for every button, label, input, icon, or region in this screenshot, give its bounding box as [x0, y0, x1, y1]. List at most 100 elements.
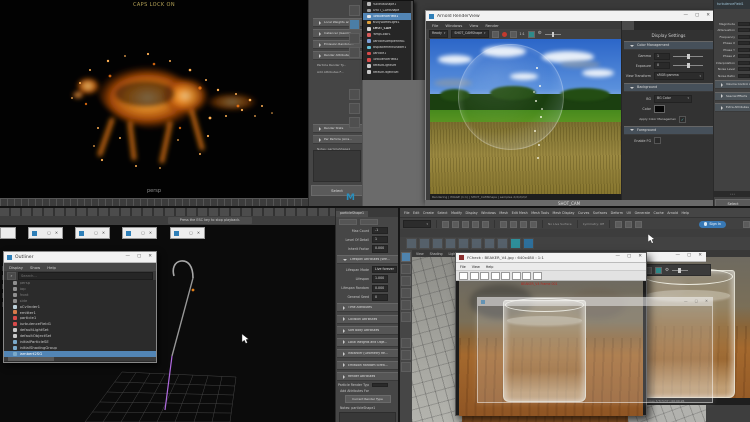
collapsed-window-bar[interactable]	[0, 227, 16, 239]
close-icon[interactable]: ✕	[197, 231, 200, 235]
bg-dropdown[interactable]: BG Color▾	[654, 95, 692, 103]
attribute-section-header[interactable]: Volume Control Attr...	[715, 80, 750, 89]
outliner-titlebar[interactable]: Outliner — ▢ ✕	[4, 252, 156, 263]
collapsed-window-bar[interactable]: ▢✕	[28, 227, 63, 239]
maximize-icon[interactable]: ▢	[94, 231, 98, 235]
gear-icon[interactable]: ⚙	[665, 268, 669, 273]
shelf-tool-icon[interactable]	[419, 238, 430, 249]
fcheck-toolbar-button[interactable]	[459, 272, 468, 280]
filter-icon[interactable]: ⌕	[7, 272, 16, 280]
menu-item[interactable]: Edit	[413, 211, 419, 215]
apply-cm-checkbox[interactable]: ✓	[679, 116, 686, 123]
shelf-tool-icon[interactable]	[471, 238, 482, 249]
shelf-tool-icon[interactable]	[432, 238, 443, 249]
maximize-icon[interactable]: ▢	[695, 14, 699, 19]
attribute-value[interactable]: 1.000	[372, 275, 388, 282]
record-icon[interactable]	[502, 32, 507, 37]
fcheck-toolbar-button[interactable]	[501, 272, 510, 280]
minimize-icon[interactable]: —	[615, 255, 620, 260]
collapsed-window-bar[interactable]: ▢✕	[75, 227, 110, 239]
menu-item[interactable]: Generate	[635, 211, 650, 215]
collapsed-window-bar[interactable]: ▢✕	[170, 227, 205, 239]
minimize-icon[interactable]: —	[675, 254, 680, 259]
fcheck-titlebar[interactable]: FCheck : BEAKER_V4.jpg : 640x480 : 1:1 —…	[456, 253, 646, 263]
menu-item[interactable]: Surfaces	[593, 211, 607, 215]
menu-item[interactable]: Create	[423, 211, 434, 215]
lifespan-section-header[interactable]: Lifespan Attributes (see...	[337, 255, 398, 264]
close-icon[interactable]: ✕	[706, 14, 710, 19]
field-value[interactable]	[738, 41, 750, 45]
notes-box[interactable]	[339, 412, 396, 422]
menu-item[interactable]: Edit Mesh	[512, 211, 528, 215]
close-icon[interactable]: ✕	[705, 300, 708, 304]
snap-curve-icon[interactable]	[510, 221, 517, 228]
graph-icon[interactable]	[349, 33, 360, 44]
popup-scrollbar[interactable]	[411, 1, 413, 81]
menu-item[interactable]: File	[432, 23, 438, 28]
render-status-dropdown[interactable]: Ready▾	[429, 30, 448, 38]
live-surface-label[interactable]: No Live Surface	[548, 222, 572, 226]
attribute-section-header[interactable]: Instancer (Geometry Re...	[337, 349, 398, 358]
layout-four-icon[interactable]	[401, 350, 411, 360]
fcheck-toolbar-button[interactable]	[491, 272, 500, 280]
redo-icon[interactable]	[482, 221, 489, 228]
current-render-type-button[interactable]: Current Render Type	[345, 395, 391, 403]
zoom-level[interactable]: 1:1	[520, 32, 525, 36]
field-value[interactable]	[738, 35, 750, 39]
attribute-value[interactable]: 0.000	[372, 245, 388, 252]
field-value[interactable]	[738, 28, 750, 32]
paint-select-icon[interactable]	[401, 276, 411, 286]
gamma-field[interactable]: 1	[654, 53, 670, 60]
render-type-dropdown[interactable]	[372, 383, 388, 387]
field-value[interactable]	[738, 22, 750, 26]
menu-item[interactable]: Deform	[611, 211, 623, 215]
attribute-section-header[interactable]: Time Attributes	[337, 303, 398, 312]
minimize-icon[interactable]: —	[684, 300, 688, 304]
menu-item[interactable]: Mesh Tools	[531, 211, 549, 215]
exposure-slider[interactable]	[673, 65, 703, 66]
open-scene-icon[interactable]	[452, 221, 459, 228]
search-input[interactable]	[18, 272, 153, 280]
menu-item[interactable]: Display	[9, 265, 23, 270]
menu-item[interactable]: Mesh	[499, 211, 508, 215]
select-button[interactable]: Select	[311, 185, 363, 196]
ipr-render-icon[interactable]	[625, 221, 632, 228]
shelf-tool-icon[interactable]	[458, 238, 469, 249]
panel-tab[interactable]	[622, 21, 634, 30]
show-hide-icon[interactable]	[349, 5, 360, 16]
maximize-icon[interactable]: ▢	[137, 255, 141, 260]
lasso-tool-icon[interactable]	[401, 264, 411, 274]
menu-item[interactable]: Curves	[578, 211, 589, 215]
fcheck-toolbar-button[interactable]	[522, 272, 531, 280]
menu-item[interactable]: File	[460, 265, 466, 269]
attribute-section-header[interactable]: Special Effects	[715, 92, 750, 101]
perspective-viewport[interactable]: CAPS LOCK ON persp	[0, 0, 308, 198]
gear-icon[interactable]: ⚙	[538, 32, 542, 37]
menu-item[interactable]: UV	[626, 211, 631, 215]
menu-item[interactable]: Help	[486, 265, 494, 269]
save-scene-icon[interactable]	[462, 221, 469, 228]
attribute-section-header[interactable]: Collision Attributes	[337, 315, 398, 324]
bg-color-swatch[interactable]	[654, 105, 665, 113]
menu-item[interactable]: Arnold	[667, 211, 678, 215]
close-icon[interactable]: ✕	[698, 254, 702, 259]
menu-item[interactable]: Windows	[481, 211, 496, 215]
outliner-item[interactable]: lambert2SG	[4, 351, 156, 357]
compare-icon[interactable]	[510, 31, 517, 38]
color-management-header[interactable]: Color Management	[624, 41, 713, 50]
attribute-value[interactable]: -1	[372, 227, 388, 234]
gamma-slider[interactable]	[673, 56, 703, 57]
sign-in-button[interactable]: Sign In	[699, 221, 726, 228]
field-value[interactable]	[738, 54, 750, 58]
layers-icon[interactable]	[349, 89, 360, 100]
attribute-section-header[interactable]: Soft Body Attributes	[337, 326, 398, 335]
shelf-render-icon[interactable]	[523, 238, 534, 249]
snap-point-icon[interactable]	[520, 221, 527, 228]
exposure-slider[interactable]	[545, 34, 561, 35]
display-icon[interactable]	[349, 117, 360, 128]
fcheck-toolbar-button[interactable]	[480, 272, 489, 280]
maximize-icon[interactable]: ▢	[47, 231, 51, 235]
maximize-icon[interactable]: ▢	[141, 231, 145, 235]
snap-plane-icon[interactable]	[530, 221, 537, 228]
menu-item[interactable]: Modify	[451, 211, 462, 215]
